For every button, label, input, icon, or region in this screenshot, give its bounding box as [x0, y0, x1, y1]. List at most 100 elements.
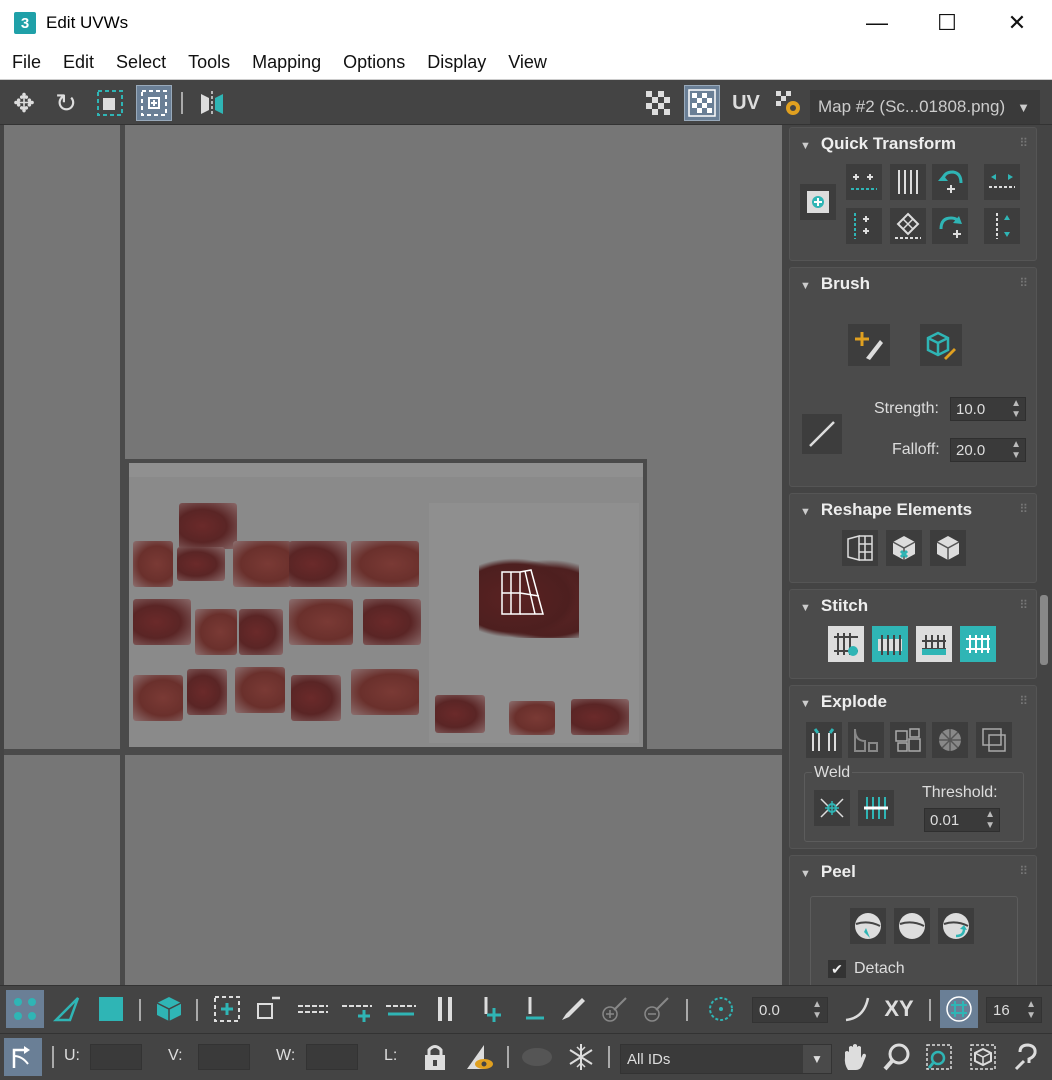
move-icon[interactable]: ✥ [6, 85, 42, 121]
relax-brush-icon[interactable] [920, 324, 962, 366]
uv-mesh-wireframe[interactable] [499, 568, 549, 618]
explode-by-material-icon[interactable] [976, 722, 1012, 758]
strength-spinner[interactable]: 10.0 ▲ ▼ [950, 397, 1026, 421]
u-field[interactable] [90, 1044, 142, 1070]
soft-select-field[interactable]: 0.0 ▲ ▼ [752, 997, 828, 1023]
spinner-arrows-icon[interactable]: ▲ ▼ [1011, 398, 1021, 420]
explode-by-smoothing-icon[interactable] [932, 722, 968, 758]
paint-select-icon[interactable] [554, 990, 592, 1028]
align-pivot-icon[interactable] [800, 184, 836, 220]
straighten-selection-icon[interactable] [842, 530, 878, 566]
falloff-spinner[interactable]: 20.0 ▲ ▼ [950, 438, 1026, 462]
grip-icon[interactable]: ⠿ [1019, 276, 1028, 290]
vertex-select-icon[interactable] [6, 990, 44, 1028]
spinner-arrows-icon[interactable]: ▲ ▼ [1011, 439, 1021, 461]
id-filter-dropdown[interactable]: All IDs ▼ [620, 1044, 832, 1074]
stitch-to-source-icon[interactable] [872, 626, 908, 662]
align-vertical-icon[interactable] [846, 208, 882, 244]
map-dropdown[interactable]: Map #2 (Sc...01808.png) ▼ [810, 90, 1040, 124]
menu-mapping[interactable]: Mapping [241, 52, 332, 73]
grow-loop-icon[interactable] [338, 990, 376, 1028]
spinner-arrows-icon[interactable]: ▲ ▼ [1026, 999, 1036, 1021]
rollout-header[interactable]: ▼ Reshape Elements [800, 500, 972, 520]
uv-viewport[interactable] [4, 125, 782, 985]
soft-selection-icon[interactable] [702, 990, 740, 1028]
spinner-arrows-icon[interactable]: ▲ ▼ [812, 999, 822, 1021]
v-field[interactable] [198, 1044, 250, 1070]
map-settings-icon[interactable] [770, 85, 806, 121]
space-vertical-icon[interactable] [890, 164, 926, 200]
absolute-offset-icon[interactable] [4, 1038, 42, 1076]
minimize-button[interactable]: — [842, 0, 912, 46]
edge-select-icon[interactable] [48, 990, 86, 1028]
polygon-select-icon[interactable] [92, 990, 130, 1028]
freeform-icon[interactable] [136, 85, 172, 121]
stitch-to-target-icon[interactable] [960, 626, 996, 662]
menu-file[interactable]: File [0, 52, 52, 73]
explode-to-polygons-icon[interactable] [848, 722, 884, 758]
freeze-icon[interactable] [562, 1038, 600, 1076]
align-horizontal-spaced-icon[interactable] [984, 164, 1020, 200]
stitch-custom-icon[interactable] [828, 626, 864, 662]
grip-icon[interactable]: ⠿ [1019, 502, 1028, 516]
rotate-cw-icon[interactable] [932, 208, 968, 244]
show-map-icon[interactable] [684, 85, 720, 121]
grid-snap-icon[interactable] [940, 990, 978, 1028]
grip-icon[interactable]: ⠿ [1019, 598, 1028, 612]
w-field[interactable] [306, 1044, 358, 1070]
maximize-button[interactable]: ☐ [912, 0, 982, 46]
rollout-header[interactable]: ▼ Quick Transform [800, 134, 956, 154]
hide-icon[interactable] [460, 1038, 498, 1076]
mirror-icon[interactable] [194, 85, 230, 121]
grid-size-field[interactable]: 16 ▲ ▼ [986, 997, 1042, 1023]
menu-edit[interactable]: Edit [52, 52, 105, 73]
falloff-curve-icon[interactable] [802, 414, 842, 454]
grip-icon[interactable]: ⠿ [1019, 864, 1028, 878]
detach-checkbox[interactable]: ✔ [828, 960, 846, 978]
paint-move-icon[interactable] [848, 324, 890, 366]
checker-icon[interactable] [640, 85, 676, 121]
panel-scrollbar[interactable] [1040, 595, 1048, 665]
menu-options[interactable]: Options [332, 52, 416, 73]
stitch-average-icon[interactable] [916, 626, 952, 662]
break-icon[interactable] [806, 722, 842, 758]
scale-icon[interactable] [92, 85, 128, 121]
menu-select[interactable]: Select [105, 52, 177, 73]
falloff-curve-icon[interactable] [838, 990, 876, 1028]
uv-toggle[interactable]: UV [728, 85, 764, 121]
reset-peel-icon[interactable] [938, 908, 974, 944]
grip-icon[interactable]: ⠿ [1019, 136, 1028, 150]
shrink-loop-icon[interactable] [382, 990, 420, 1028]
weld-selected-icon[interactable] [814, 790, 850, 826]
show-icon[interactable] [518, 1038, 556, 1076]
shrink-ring-icon[interactable] [514, 990, 552, 1028]
paint-select-shrink-icon[interactable] [638, 990, 676, 1028]
shrink-selection-icon[interactable] [248, 990, 286, 1028]
relax-icon[interactable] [930, 530, 966, 566]
rotate-icon[interactable]: ↻ [48, 85, 84, 121]
grow-ring-icon[interactable] [470, 990, 508, 1028]
zoom-extents-icon[interactable] [964, 1038, 1002, 1076]
rollout-header[interactable]: ▼ Stitch [800, 596, 868, 616]
pan-icon[interactable] [836, 1038, 874, 1076]
loop-icon[interactable] [294, 990, 332, 1028]
menu-view[interactable]: View [497, 52, 558, 73]
help-icon[interactable] [1008, 1038, 1046, 1076]
relax-until-flat-icon[interactable] [886, 530, 922, 566]
element-select-icon[interactable] [150, 990, 188, 1028]
xy-space-toggle[interactable]: XY [880, 990, 918, 1028]
grip-icon[interactable]: ⠿ [1019, 694, 1028, 708]
threshold-spinner[interactable]: 0.01 ▲ ▼ [924, 808, 1000, 832]
weld-target-icon[interactable] [858, 790, 894, 826]
rotate-ccw-icon[interactable] [932, 164, 968, 200]
align-vertical-spaced-icon[interactable] [984, 208, 1020, 244]
quick-peel-icon[interactable] [850, 908, 886, 944]
menu-display[interactable]: Display [416, 52, 497, 73]
rollout-header[interactable]: ▼ Brush [800, 274, 870, 294]
lock-icon[interactable] [416, 1038, 454, 1076]
menu-tools[interactable]: Tools [177, 52, 241, 73]
align-horizontal-icon[interactable] [846, 164, 882, 200]
zoom-region-icon[interactable] [920, 1038, 958, 1076]
spinner-arrows-icon[interactable]: ▲ ▼ [985, 809, 995, 831]
ring-icon[interactable] [426, 990, 464, 1028]
